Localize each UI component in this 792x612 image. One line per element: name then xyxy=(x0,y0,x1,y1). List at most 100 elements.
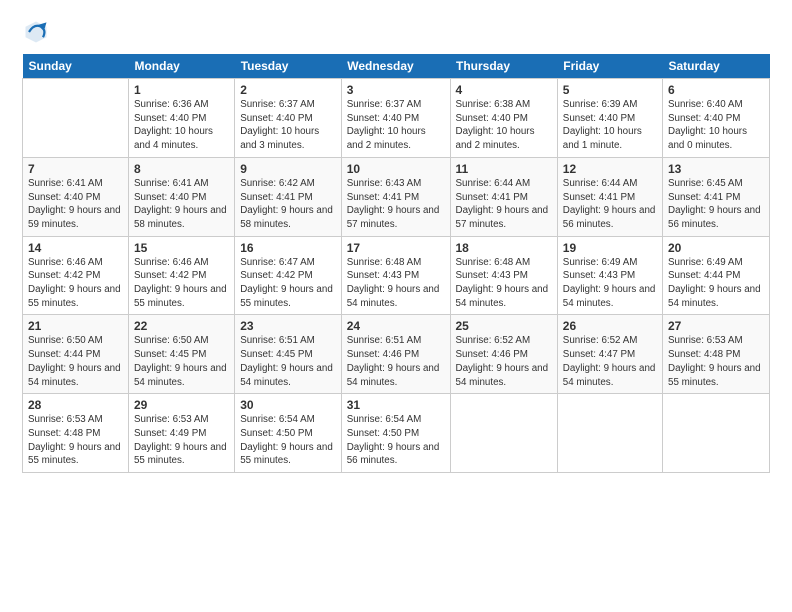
cell-info: Sunrise: 6:52 AMSunset: 4:47 PMDaylight:… xyxy=(563,334,657,389)
calendar-cell xyxy=(23,79,129,158)
cell-day-number: 3 xyxy=(347,83,445,97)
cell-info: Sunrise: 6:54 AMSunset: 4:50 PMDaylight:… xyxy=(240,413,336,468)
cell-info: Sunrise: 6:44 AMSunset: 4:41 PMDaylight:… xyxy=(563,177,657,232)
cell-day-number: 28 xyxy=(28,398,123,412)
cell-day-number: 29 xyxy=(134,398,229,412)
calendar-cell: 28Sunrise: 6:53 AMSunset: 4:48 PMDayligh… xyxy=(23,394,129,473)
calendar-week-row: 21Sunrise: 6:50 AMSunset: 4:44 PMDayligh… xyxy=(23,315,770,394)
cell-day-number: 24 xyxy=(347,319,445,333)
cell-info: Sunrise: 6:42 AMSunset: 4:41 PMDaylight:… xyxy=(240,177,336,232)
cell-info: Sunrise: 6:36 AMSunset: 4:40 PMDaylight:… xyxy=(134,98,229,153)
cell-day-number: 13 xyxy=(668,162,764,176)
cell-day-number: 27 xyxy=(668,319,764,333)
calendar-cell: 21Sunrise: 6:50 AMSunset: 4:44 PMDayligh… xyxy=(23,315,129,394)
cell-info: Sunrise: 6:46 AMSunset: 4:42 PMDaylight:… xyxy=(134,256,229,311)
calendar-cell: 10Sunrise: 6:43 AMSunset: 4:41 PMDayligh… xyxy=(341,157,450,236)
cell-day-number: 4 xyxy=(456,83,552,97)
calendar-table: SundayMondayTuesdayWednesdayThursdayFrid… xyxy=(22,54,770,473)
calendar-cell: 20Sunrise: 6:49 AMSunset: 4:44 PMDayligh… xyxy=(663,236,770,315)
cell-day-number: 16 xyxy=(240,241,336,255)
cell-info: Sunrise: 6:46 AMSunset: 4:42 PMDaylight:… xyxy=(28,256,123,311)
cell-info: Sunrise: 6:53 AMSunset: 4:48 PMDaylight:… xyxy=(668,334,764,389)
calendar-cell xyxy=(557,394,662,473)
calendar-header: SundayMondayTuesdayWednesdayThursdayFrid… xyxy=(23,54,770,79)
cell-info: Sunrise: 6:44 AMSunset: 4:41 PMDaylight:… xyxy=(456,177,552,232)
calendar-cell xyxy=(450,394,557,473)
cell-info: Sunrise: 6:39 AMSunset: 4:40 PMDaylight:… xyxy=(563,98,657,153)
logo xyxy=(22,18,54,46)
header-day: Monday xyxy=(128,54,234,79)
cell-day-number: 2 xyxy=(240,83,336,97)
cell-day-number: 7 xyxy=(28,162,123,176)
calendar-cell: 12Sunrise: 6:44 AMSunset: 4:41 PMDayligh… xyxy=(557,157,662,236)
cell-day-number: 6 xyxy=(668,83,764,97)
calendar-cell: 30Sunrise: 6:54 AMSunset: 4:50 PMDayligh… xyxy=(235,394,342,473)
calendar-cell: 8Sunrise: 6:41 AMSunset: 4:40 PMDaylight… xyxy=(128,157,234,236)
cell-info: Sunrise: 6:51 AMSunset: 4:45 PMDaylight:… xyxy=(240,334,336,389)
calendar-cell: 13Sunrise: 6:45 AMSunset: 4:41 PMDayligh… xyxy=(663,157,770,236)
cell-info: Sunrise: 6:41 AMSunset: 4:40 PMDaylight:… xyxy=(134,177,229,232)
cell-info: Sunrise: 6:50 AMSunset: 4:45 PMDaylight:… xyxy=(134,334,229,389)
cell-info: Sunrise: 6:49 AMSunset: 4:44 PMDaylight:… xyxy=(668,256,764,311)
calendar-cell: 31Sunrise: 6:54 AMSunset: 4:50 PMDayligh… xyxy=(341,394,450,473)
cell-day-number: 22 xyxy=(134,319,229,333)
cell-day-number: 5 xyxy=(563,83,657,97)
cell-day-number: 17 xyxy=(347,241,445,255)
cell-info: Sunrise: 6:48 AMSunset: 4:43 PMDaylight:… xyxy=(347,256,445,311)
cell-day-number: 21 xyxy=(28,319,123,333)
cell-info: Sunrise: 6:52 AMSunset: 4:46 PMDaylight:… xyxy=(456,334,552,389)
calendar-cell: 14Sunrise: 6:46 AMSunset: 4:42 PMDayligh… xyxy=(23,236,129,315)
calendar-cell: 1Sunrise: 6:36 AMSunset: 4:40 PMDaylight… xyxy=(128,79,234,158)
cell-day-number: 20 xyxy=(668,241,764,255)
calendar-week-row: 1Sunrise: 6:36 AMSunset: 4:40 PMDaylight… xyxy=(23,79,770,158)
cell-day-number: 12 xyxy=(563,162,657,176)
calendar-cell: 9Sunrise: 6:42 AMSunset: 4:41 PMDaylight… xyxy=(235,157,342,236)
cell-day-number: 1 xyxy=(134,83,229,97)
calendar-cell: 29Sunrise: 6:53 AMSunset: 4:49 PMDayligh… xyxy=(128,394,234,473)
cell-day-number: 23 xyxy=(240,319,336,333)
header-day: Wednesday xyxy=(341,54,450,79)
calendar-cell: 25Sunrise: 6:52 AMSunset: 4:46 PMDayligh… xyxy=(450,315,557,394)
calendar-cell: 18Sunrise: 6:48 AMSunset: 4:43 PMDayligh… xyxy=(450,236,557,315)
calendar-week-row: 28Sunrise: 6:53 AMSunset: 4:48 PMDayligh… xyxy=(23,394,770,473)
cell-day-number: 31 xyxy=(347,398,445,412)
cell-day-number: 26 xyxy=(563,319,657,333)
cell-day-number: 30 xyxy=(240,398,336,412)
calendar-cell: 22Sunrise: 6:50 AMSunset: 4:45 PMDayligh… xyxy=(128,315,234,394)
calendar-cell: 2Sunrise: 6:37 AMSunset: 4:40 PMDaylight… xyxy=(235,79,342,158)
cell-info: Sunrise: 6:53 AMSunset: 4:49 PMDaylight:… xyxy=(134,413,229,468)
calendar-cell: 5Sunrise: 6:39 AMSunset: 4:40 PMDaylight… xyxy=(557,79,662,158)
cell-day-number: 9 xyxy=(240,162,336,176)
page: SundayMondayTuesdayWednesdayThursdayFrid… xyxy=(0,0,792,612)
header-day: Thursday xyxy=(450,54,557,79)
calendar-body: 1Sunrise: 6:36 AMSunset: 4:40 PMDaylight… xyxy=(23,79,770,473)
calendar-cell: 15Sunrise: 6:46 AMSunset: 4:42 PMDayligh… xyxy=(128,236,234,315)
cell-info: Sunrise: 6:47 AMSunset: 4:42 PMDaylight:… xyxy=(240,256,336,311)
cell-day-number: 8 xyxy=(134,162,229,176)
cell-day-number: 15 xyxy=(134,241,229,255)
cell-info: Sunrise: 6:43 AMSunset: 4:41 PMDaylight:… xyxy=(347,177,445,232)
header-day: Sunday xyxy=(23,54,129,79)
calendar-week-row: 7Sunrise: 6:41 AMSunset: 4:40 PMDaylight… xyxy=(23,157,770,236)
calendar-cell: 11Sunrise: 6:44 AMSunset: 4:41 PMDayligh… xyxy=(450,157,557,236)
header-day: Friday xyxy=(557,54,662,79)
header xyxy=(22,18,770,46)
cell-info: Sunrise: 6:48 AMSunset: 4:43 PMDaylight:… xyxy=(456,256,552,311)
calendar-cell: 6Sunrise: 6:40 AMSunset: 4:40 PMDaylight… xyxy=(663,79,770,158)
header-day: Saturday xyxy=(663,54,770,79)
cell-info: Sunrise: 6:54 AMSunset: 4:50 PMDaylight:… xyxy=(347,413,445,468)
cell-info: Sunrise: 6:49 AMSunset: 4:43 PMDaylight:… xyxy=(563,256,657,311)
calendar-cell: 7Sunrise: 6:41 AMSunset: 4:40 PMDaylight… xyxy=(23,157,129,236)
calendar-cell: 19Sunrise: 6:49 AMSunset: 4:43 PMDayligh… xyxy=(557,236,662,315)
cell-info: Sunrise: 6:38 AMSunset: 4:40 PMDaylight:… xyxy=(456,98,552,153)
cell-day-number: 11 xyxy=(456,162,552,176)
cell-info: Sunrise: 6:40 AMSunset: 4:40 PMDaylight:… xyxy=(668,98,764,153)
calendar-cell: 3Sunrise: 6:37 AMSunset: 4:40 PMDaylight… xyxy=(341,79,450,158)
cell-day-number: 14 xyxy=(28,241,123,255)
calendar-cell: 23Sunrise: 6:51 AMSunset: 4:45 PMDayligh… xyxy=(235,315,342,394)
calendar-cell: 26Sunrise: 6:52 AMSunset: 4:47 PMDayligh… xyxy=(557,315,662,394)
cell-info: Sunrise: 6:37 AMSunset: 4:40 PMDaylight:… xyxy=(240,98,336,153)
cell-day-number: 25 xyxy=(456,319,552,333)
cell-info: Sunrise: 6:41 AMSunset: 4:40 PMDaylight:… xyxy=(28,177,123,232)
cell-day-number: 10 xyxy=(347,162,445,176)
